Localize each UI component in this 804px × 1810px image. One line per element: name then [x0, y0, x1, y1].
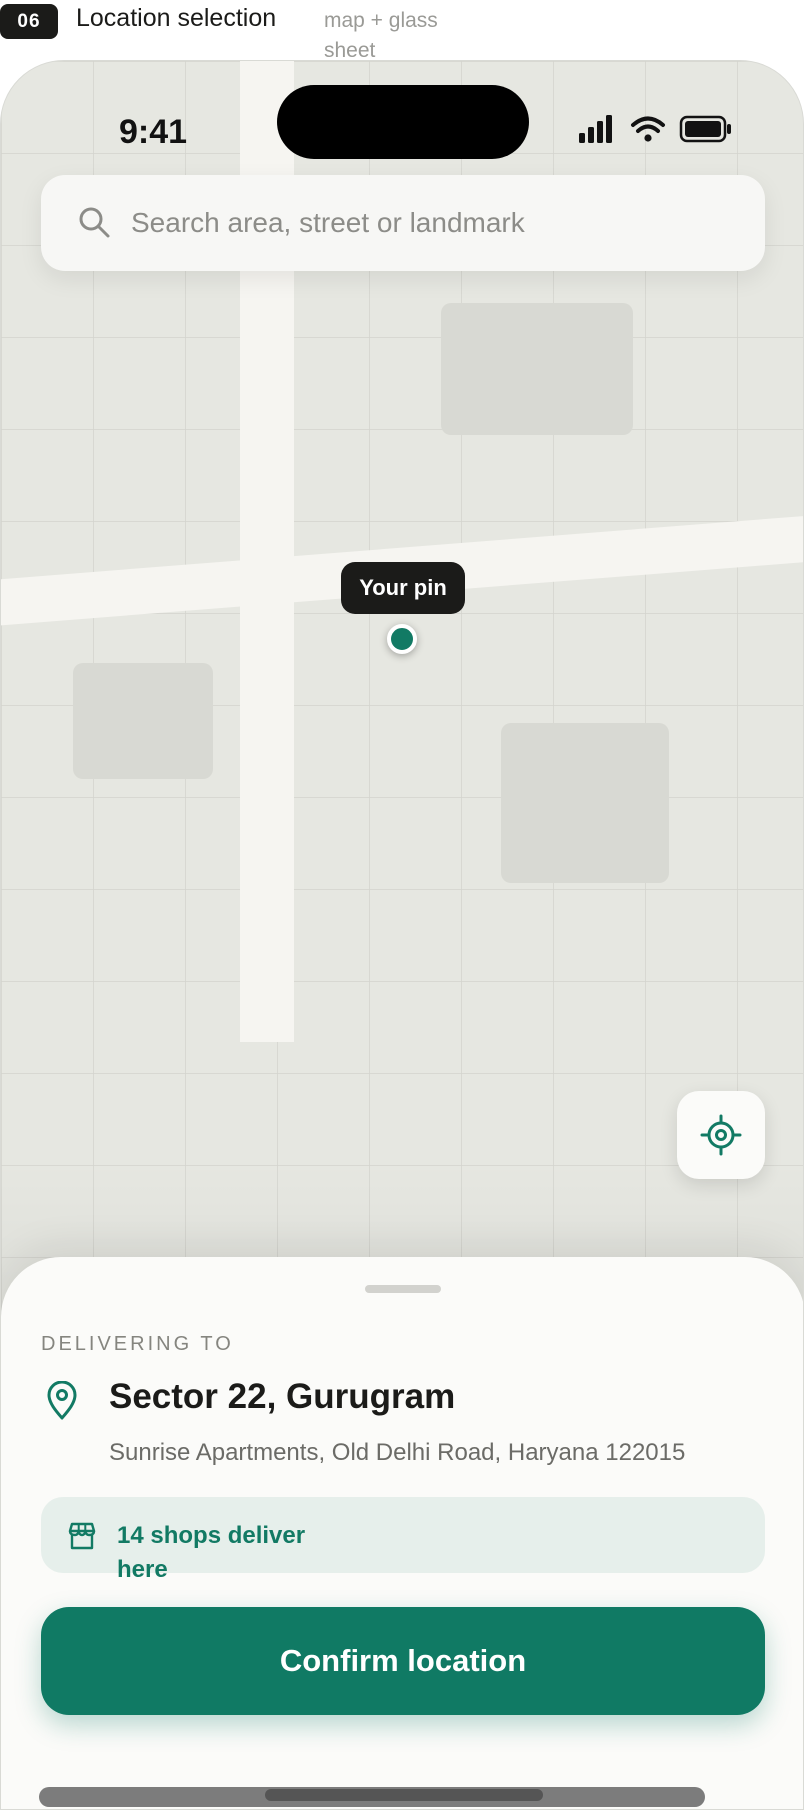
status-time: 9:41 [119, 113, 188, 151]
map-building [441, 303, 633, 435]
screen-number-badge: 06 [0, 4, 58, 39]
screen-label: 06 Location selection map + glass sheet [0, 0, 804, 62]
map-building [501, 723, 669, 883]
search-bar[interactable] [41, 175, 765, 271]
map-building [73, 663, 213, 779]
store-icon [68, 1522, 96, 1550]
signal-icon [579, 115, 612, 143]
location-pin-icon [47, 1381, 77, 1420]
dynamic-island [277, 85, 529, 159]
location-title: Sector 22, Gurugram [109, 1377, 456, 1416]
home-indicator[interactable] [265, 1789, 543, 1801]
screen-title: Location selection [76, 4, 277, 32]
pin-tooltip: Your pin [341, 562, 465, 614]
sheet-grabber[interactable] [365, 1285, 441, 1293]
search-input[interactable] [131, 195, 731, 251]
bottom-sheet: DELIVERING TO Sector 22, Gurugram Sunris… [1, 1257, 803, 1809]
screen-subtitle: map + glass sheet [324, 9, 438, 62]
delivering-to-label: DELIVERING TO [41, 1333, 234, 1355]
phone-frame: Your pin 9:41 Search area, street or lan… [0, 60, 804, 1810]
location-address: Sunrise Apartments, Old Delhi Road, Hary… [109, 1439, 686, 1466]
search-icon [79, 207, 110, 238]
crosshair-icon [700, 1114, 742, 1156]
shops-count-text: 14 shops deliver here [117, 1522, 306, 1583]
shops-info-chip: 14 shops deliver here [41, 1497, 765, 1583]
wifi-icon [631, 116, 665, 142]
locate-me-button[interactable] [677, 1091, 765, 1179]
confirm-location-button[interactable]: Confirm location [41, 1607, 765, 1715]
status-icons [579, 115, 731, 143]
battery-icon [679, 115, 731, 143]
map-pin[interactable] [387, 624, 417, 654]
